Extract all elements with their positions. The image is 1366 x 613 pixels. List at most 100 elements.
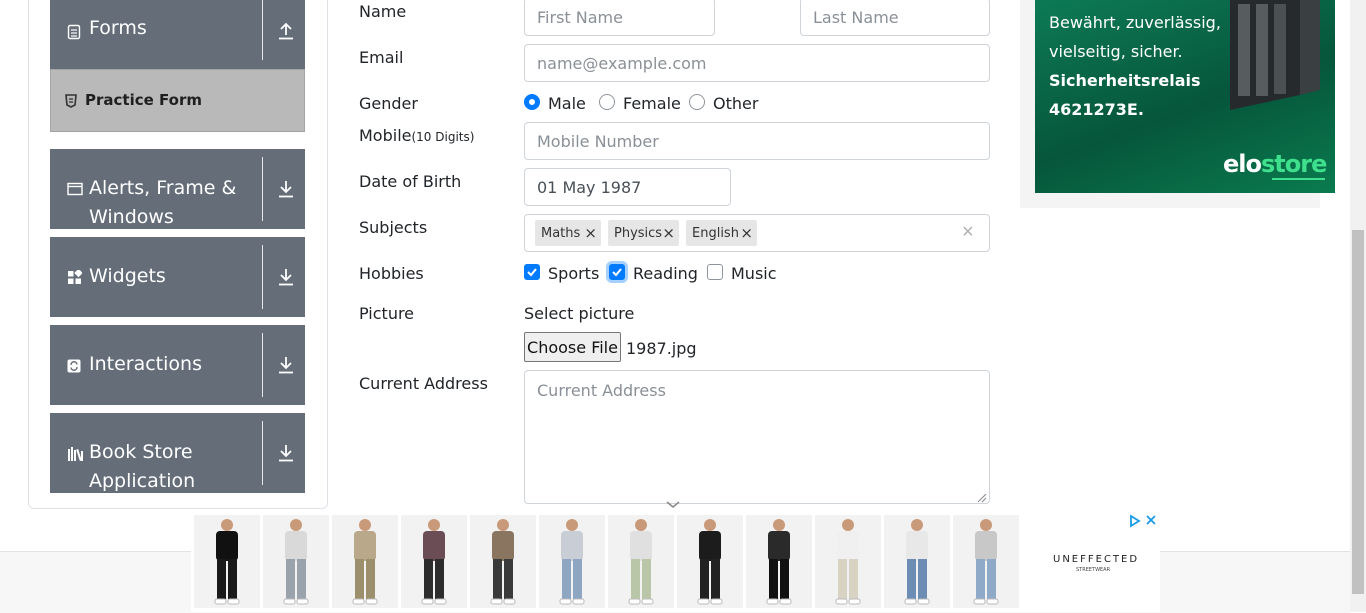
gender-other-radio[interactable] bbox=[689, 94, 705, 110]
ad-thumbnail[interactable] bbox=[263, 515, 329, 608]
close-ad-icon[interactable] bbox=[1145, 513, 1157, 532]
document-icon bbox=[67, 24, 83, 40]
ad-thumbnail[interactable] bbox=[401, 515, 467, 608]
gender-other-label[interactable]: Other bbox=[713, 94, 758, 113]
ad-thumbnail[interactable] bbox=[608, 515, 674, 608]
widgets-icon bbox=[67, 268, 83, 286]
remove-chip-icon[interactable]: × bbox=[740, 224, 753, 242]
sidebar-group-forms[interactable]: Forms bbox=[50, 0, 305, 69]
divider bbox=[262, 333, 263, 397]
gender-female-label[interactable]: Female bbox=[623, 94, 681, 113]
mobile-input[interactable]: Mobile Number bbox=[524, 122, 990, 160]
email-placeholder: name@example.com bbox=[537, 53, 707, 73]
ad-thumbnail[interactable] bbox=[677, 515, 743, 608]
download-arrow-icon[interactable] bbox=[278, 268, 296, 288]
email-input[interactable]: name@example.com bbox=[524, 44, 990, 82]
sidebar-group-label: Interactions bbox=[89, 353, 202, 375]
divider bbox=[262, 157, 263, 221]
sidebar-group-label-line1: Alerts, Frame & bbox=[89, 177, 237, 199]
gender-male-radio[interactable] bbox=[524, 94, 540, 110]
ad-thumbnail[interactable] bbox=[194, 515, 260, 608]
download-arrow-icon[interactable] bbox=[278, 180, 296, 200]
resize-handle-icon[interactable] bbox=[977, 490, 987, 508]
ad-line1: Bewährt, zuverlässig, bbox=[1049, 13, 1221, 32]
ad-bold-text: Sicherheitsrelais 4621273E. bbox=[1049, 66, 1201, 124]
hobby-reading-checkbox[interactable] bbox=[609, 264, 625, 280]
subjects-label: Subjects bbox=[359, 218, 428, 237]
ad-thumbnail[interactable] bbox=[746, 515, 812, 608]
ad-thumbnail[interactable] bbox=[953, 515, 1019, 608]
ad-line3: Sicherheitsrelais bbox=[1049, 71, 1201, 90]
ad-thumbnail[interactable] bbox=[815, 515, 881, 608]
sidebar-group-widgets[interactable]: Widgets bbox=[50, 237, 305, 317]
hobby-music-checkbox[interactable] bbox=[707, 264, 723, 280]
ad-thumbnail[interactable] bbox=[470, 515, 536, 608]
clear-all-icon[interactable]: × bbox=[962, 221, 974, 244]
hobby-music-label[interactable]: Music bbox=[731, 264, 777, 283]
gender-label: Gender bbox=[359, 94, 418, 113]
sidebar-group-interactions[interactable]: Interactions bbox=[50, 325, 305, 405]
logo-part-b: store bbox=[1261, 150, 1327, 178]
scrollbar-thumb[interactable] bbox=[1352, 230, 1364, 594]
sidebar-group-label-line2: Windows bbox=[89, 206, 174, 228]
logo-part-a: elo bbox=[1223, 150, 1262, 178]
gender-female-radio[interactable] bbox=[599, 94, 615, 110]
interactions-icon bbox=[67, 359, 83, 375]
mobile-label-text: Mobile bbox=[359, 126, 412, 145]
ad-thumbnail[interactable] bbox=[884, 515, 950, 608]
choose-file-button[interactable]: Choose File bbox=[524, 332, 621, 362]
window-icon bbox=[67, 182, 83, 198]
last-name-placeholder: Last Name bbox=[813, 7, 899, 27]
subject-chip: Maths × bbox=[535, 220, 601, 246]
email-label: Email bbox=[359, 48, 404, 67]
gender-male-label[interactable]: Male bbox=[548, 94, 586, 113]
remove-chip-icon[interactable]: × bbox=[662, 224, 675, 242]
ad-thumbnail[interactable] bbox=[539, 515, 605, 608]
first-name-placeholder: First Name bbox=[537, 7, 623, 27]
name-label: Name bbox=[359, 2, 407, 21]
picture-caption: Select picture bbox=[524, 304, 635, 323]
remove-chip-icon[interactable]: × bbox=[584, 224, 597, 242]
hobby-sports-label[interactable]: Sports bbox=[548, 264, 599, 283]
date-of-birth-value: 01 May 1987 bbox=[537, 177, 642, 197]
logo-underline bbox=[1272, 178, 1325, 180]
ad-banner-elostore[interactable]: Bewährt, zuverlässig, vielseitig, sicher.… bbox=[1035, 0, 1335, 193]
divider bbox=[262, 245, 263, 309]
sidebar-item-practice-form[interactable]: Practice Form bbox=[50, 69, 305, 132]
first-name-input[interactable]: First Name bbox=[524, 0, 715, 36]
last-name-input[interactable]: Last Name bbox=[800, 0, 990, 36]
download-arrow-icon[interactable] bbox=[278, 444, 296, 464]
ad-thumbnail[interactable] bbox=[332, 515, 398, 608]
ad-banner-clothing[interactable]: UNEFFECTED STREETWEAR bbox=[191, 512, 1160, 612]
books-icon bbox=[67, 446, 83, 462]
sidebar-group-book-store[interactable]: Book Store Application bbox=[50, 413, 305, 493]
ad-text: Bewährt, zuverlässig, vielseitig, sicher. bbox=[1049, 8, 1221, 66]
file-name: 1987.jpg bbox=[626, 339, 697, 358]
date-of-birth-input[interactable]: 01 May 1987 bbox=[524, 168, 731, 206]
divider bbox=[262, 0, 263, 60]
mobile-placeholder: Mobile Number bbox=[537, 131, 659, 151]
hobby-sports-checkbox[interactable] bbox=[524, 264, 540, 280]
mobile-label: Mobile(10 Digits) bbox=[359, 126, 474, 145]
hobby-reading-label[interactable]: Reading bbox=[633, 264, 698, 283]
upload-arrow-icon[interactable] bbox=[278, 22, 296, 42]
subject-chip: Physics × bbox=[608, 220, 679, 246]
current-address-textarea[interactable]: Current Address bbox=[524, 370, 990, 504]
subject-chip-label: English bbox=[692, 225, 739, 241]
current-address-placeholder: Current Address bbox=[537, 381, 666, 400]
relay-product-image bbox=[1230, 0, 1320, 110]
sidebar-item-label: Practice Form bbox=[85, 91, 202, 109]
ad-line2: vielseitig, sicher. bbox=[1049, 42, 1183, 61]
sidebar-group-alerts[interactable]: Alerts, Frame & Windows bbox=[50, 149, 305, 229]
mobile-label-hint: (10 Digits) bbox=[411, 130, 475, 144]
picture-label: Picture bbox=[359, 304, 415, 323]
dob-label: Date of Birth bbox=[359, 172, 462, 191]
ad-brand: UNEFFECTED bbox=[1053, 554, 1140, 565]
current-address-label: Current Address bbox=[359, 374, 488, 393]
hobbies-label: Hobbies bbox=[359, 264, 424, 283]
subject-chip-label: Maths bbox=[541, 225, 581, 241]
adchoices-icon[interactable] bbox=[1128, 514, 1142, 533]
sidebar-group-label: Forms bbox=[89, 17, 147, 39]
shield-icon bbox=[65, 94, 79, 108]
download-arrow-icon[interactable] bbox=[278, 356, 296, 376]
